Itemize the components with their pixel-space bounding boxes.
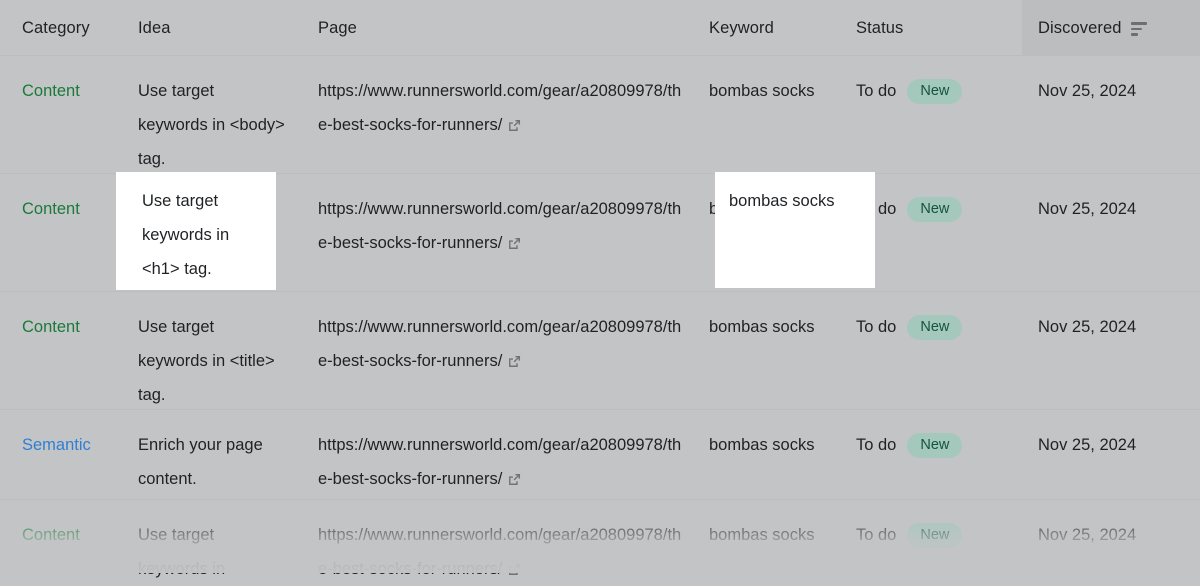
category-label: Semantic <box>22 436 91 454</box>
cell-page: https://www.runnersworld.com/gear/a20809… <box>296 174 695 292</box>
discovered-date: Nov 25, 2024 <box>1038 436 1137 454</box>
idea-text: Use target keywords in <box>138 526 226 578</box>
discovered-date: Nov 25, 2024 <box>1038 82 1137 100</box>
cell-category: Content <box>0 174 116 292</box>
cell-category: Content <box>0 500 116 573</box>
column-header-page[interactable]: Page <box>296 0 695 56</box>
table-row[interactable]: Content Use target keywords in <title> ta… <box>0 292 1200 410</box>
column-header-status-label: Status <box>856 18 904 37</box>
cell-page: https://www.runnersworld.com/gear/a20809… <box>296 292 695 410</box>
status-badge: New <box>907 197 963 222</box>
external-link-icon[interactable] <box>507 354 522 369</box>
column-header-idea[interactable]: Idea <box>116 0 296 56</box>
highlight-keyword-cell: bombas socks <box>715 172 875 288</box>
status-label: To do <box>856 526 897 544</box>
column-header-keyword[interactable]: Keyword <box>695 0 856 56</box>
cell-idea: Use target keywords in <title> tag. <box>116 292 296 410</box>
cell-page: https://www.runnersworld.com/gear/a20809… <box>296 56 695 174</box>
cell-discovered: Nov 25, 2024 <box>1022 410 1200 500</box>
category-label: Content <box>22 318 80 336</box>
page-url-link[interactable]: https://www.runnersworld.com/gear/a20809… <box>318 200 681 252</box>
highlight-keyword-text: bombas socks <box>729 192 835 210</box>
column-header-category[interactable]: Category <box>0 0 116 56</box>
column-header-status[interactable]: Status <box>856 0 1022 56</box>
column-header-keyword-label: Keyword <box>709 18 774 37</box>
cell-status: To do New <box>856 292 1022 410</box>
cell-keyword: bombas socks <box>695 500 856 573</box>
cell-page: https://www.runnersworld.com/gear/a20809… <box>296 500 695 578</box>
table-row[interactable]: Content Use target keywords in https://www… <box>0 500 1200 578</box>
cell-idea: Enrich your page content. <box>116 410 296 500</box>
status-label: To do <box>856 318 897 336</box>
status-badge: New <box>907 433 963 458</box>
table-row[interactable]: Semantic Enrich your page content. https:/… <box>0 410 1200 500</box>
cell-category: Content <box>0 292 116 410</box>
table-body: Content Use target keywords in <body> tag… <box>0 56 1200 578</box>
page-url-link[interactable]: https://www.runnersworld.com/gear/a20809… <box>318 82 681 134</box>
external-link-icon[interactable] <box>507 562 522 577</box>
external-link-icon[interactable] <box>507 118 522 133</box>
cell-keyword: bombas socks <box>695 292 856 410</box>
highlight-idea-cell: Use target keywords in <h1> tag. <box>116 172 276 290</box>
cell-keyword: bombas socks <box>695 410 856 500</box>
cell-category: Content <box>0 56 116 174</box>
table-row[interactable]: Content Use target keywords in <body> tag… <box>0 56 1200 174</box>
discovered-date: Nov 25, 2024 <box>1038 526 1137 544</box>
column-header-idea-label: Idea <box>138 18 171 37</box>
idea-text: Enrich your page content. <box>138 436 263 488</box>
keyword-text: bombas socks <box>709 82 815 100</box>
cell-keyword: bombas socks <box>695 56 856 174</box>
cell-discovered: Nov 25, 2024 <box>1022 292 1200 410</box>
idea-text: Use target keywords in <title> tag. <box>138 318 275 404</box>
page-url-link[interactable]: https://www.runnersworld.com/gear/a20809… <box>318 526 681 578</box>
discovered-date: Nov 25, 2024 <box>1038 318 1137 336</box>
page-url-link[interactable]: https://www.runnersworld.com/gear/a20809… <box>318 318 681 370</box>
highlight-idea-text: Use target keywords in <h1> tag. <box>142 192 230 278</box>
cell-category: Semantic <box>0 410 116 500</box>
column-header-discovered-label: Discovered <box>1038 18 1122 37</box>
cell-discovered: Nov 25, 2024 <box>1022 500 1200 573</box>
external-link-icon[interactable] <box>507 472 522 487</box>
discovered-date: Nov 25, 2024 <box>1038 200 1137 218</box>
cell-discovered: Nov 25, 2024 <box>1022 56 1200 174</box>
table-header-row: Category Idea Page Keyword Status Discov… <box>0 0 1200 56</box>
cell-status: To do New <box>856 410 1022 500</box>
cell-status: To do New <box>856 174 1022 292</box>
status-badge: New <box>907 523 963 548</box>
keyword-text: bombas socks <box>709 526 815 544</box>
column-header-category-label: Category <box>22 18 90 37</box>
category-label: Content <box>22 200 80 218</box>
status-label: To do <box>856 82 897 100</box>
cell-discovered: Nov 25, 2024 <box>1022 174 1200 292</box>
status-badge: New <box>907 315 963 340</box>
page-url-link[interactable]: https://www.runnersworld.com/gear/a20809… <box>318 436 681 488</box>
category-label: Content <box>22 82 80 100</box>
external-link-icon[interactable] <box>507 236 522 251</box>
column-header-discovered[interactable]: Discovered <box>1022 0 1200 56</box>
keyword-text: bombas socks <box>709 318 815 336</box>
cell-idea: Use target keywords in <body> tag. <box>116 56 296 174</box>
cell-status: To do New <box>856 56 1022 174</box>
cell-page: https://www.runnersworld.com/gear/a20809… <box>296 410 695 500</box>
keyword-text: bombas socks <box>709 436 815 454</box>
idea-text: Use target keywords in <body> tag. <box>138 82 285 168</box>
status-label: To do <box>856 436 897 454</box>
sort-descending-icon[interactable] <box>1130 22 1147 36</box>
cell-idea: Use target keywords in <box>116 500 296 578</box>
category-label: Content <box>22 526 80 544</box>
seo-ideas-table: Category Idea Page Keyword Status Discov… <box>0 0 1200 578</box>
status-badge: New <box>907 79 963 104</box>
column-header-page-label: Page <box>318 18 357 37</box>
cell-status: To do New <box>856 500 1022 573</box>
